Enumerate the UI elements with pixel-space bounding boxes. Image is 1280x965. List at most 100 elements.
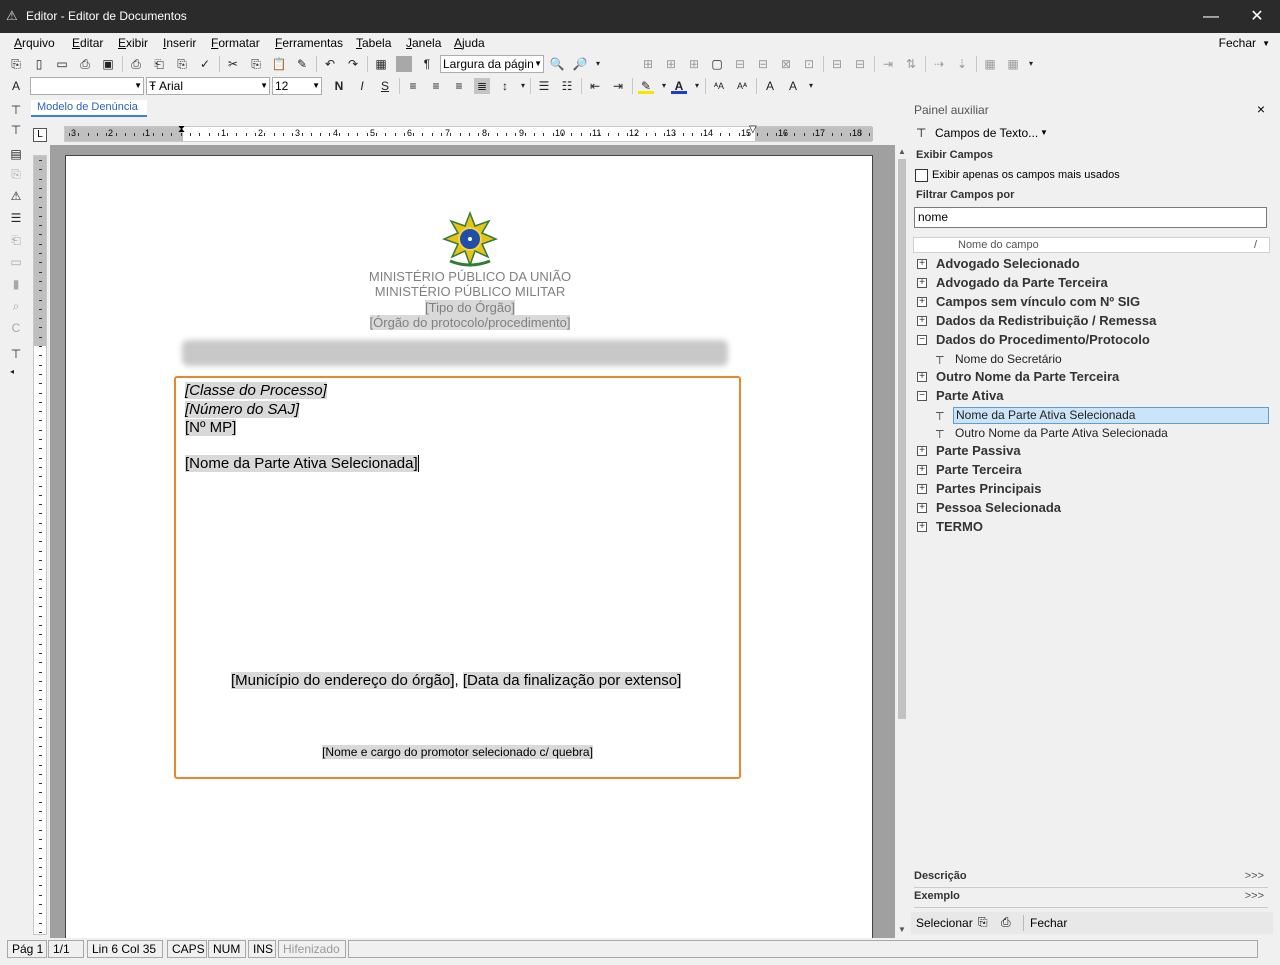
insert-table-icon[interactable]: ▦ [373,56,389,72]
toolbar-more-icon[interactable]: ▾ [590,56,606,72]
font-color-dropdown-icon[interactable]: ▾ [689,78,705,94]
replace-text-icon[interactable]: A [785,78,801,94]
tree-group[interactable]: + Campos sem vínculo com Nº SIG [913,293,1270,311]
spellcheck-icon[interactable]: ✓ [197,56,213,72]
tree-group[interactable]: + Advogado da Parte Terceira [913,274,1270,292]
tree-group[interactable]: + Parte Passiva [913,442,1270,460]
menu-ajuda[interactable]: Ajuda [454,36,485,50]
tree-column-header[interactable]: Nome do campo / [913,237,1270,253]
align-left-icon[interactable]: ≡ [405,78,421,94]
styles-icon[interactable]: A [8,78,24,94]
paint-roller-icon[interactable]: ⊤ [8,346,24,362]
table-gridlines-icon[interactable] [396,56,412,72]
increase-indent-icon[interactable]: ⇥ [610,78,626,94]
expand-plus-icon[interactable]: + [917,503,927,513]
expand-plus-icon[interactable]: + [917,372,927,382]
tab-modelo-denuncia[interactable]: Modelo de Denúncia [31,100,147,117]
menu-tabela[interactable]: Tabela [356,36,391,50]
zoom-in-icon[interactable]: 🔎 [572,56,588,72]
expand-plus-icon[interactable]: + [917,278,927,288]
menu-ferramentas[interactable]: Ferramentas [275,36,343,50]
selecionar-button[interactable]: Selecionar [916,916,973,930]
document-scrollbar[interactable]: ▲ ▼ [895,145,909,938]
menu-janela[interactable]: Janela [406,36,441,50]
open-folder-icon[interactable]: ▭ [54,56,70,72]
toolbar2-more-icon[interactable]: ▾ [1023,56,1039,72]
document-body-frame[interactable]: [Classe do Processo] [Número do SAJ] [Nº… [174,376,741,779]
tree-field-selected[interactable]: ⊤ Nome da Parte Ativa Selecionada [913,406,1270,424]
menu-arquivo[interactable]: Arquivo [14,36,55,50]
chevron-down-icon[interactable]: ▼ [1262,39,1270,48]
tree-group[interactable]: + Outro Nome da Parte Terceira [913,368,1270,386]
right-indent-marker[interactable]: ▽ [749,124,757,135]
justify-icon[interactable]: ≣ [474,78,490,94]
font-color-icon[interactable]: A [671,78,687,94]
vertical-ruler[interactable] [33,155,47,935]
expand-plus-icon[interactable]: + [917,465,927,475]
expand-plus-icon[interactable]: + [917,484,927,494]
new-from-model-icon[interactable]: ⎘ [8,56,24,72]
collapse-minus-icon[interactable]: − [917,335,927,345]
minimize-button[interactable]: — [1188,0,1234,33]
redo-icon[interactable]: ↷ [345,56,361,72]
fields-type-dropdown[interactable]: ⊤ Campos de Texto... ▼ [913,124,1270,144]
tree-group-expanded[interactable]: − Dados do Procedimento/Protocolo [913,331,1270,349]
most-used-checkbox[interactable] [915,169,928,182]
select-copy-icon[interactable]: ⎘ [978,915,988,930]
field-nome-parte-ativa[interactable]: [Nome da Parte Ativa Selecionada] [185,455,418,472]
decrease-indent-icon[interactable]: ⇤ [587,78,603,94]
field-tipo-orgao[interactable]: [Tipo do Órgão] [425,300,515,315]
show-formatting-icon[interactable]: ¶ [419,56,435,72]
cut-icon[interactable]: ✂ [225,56,241,72]
open-recent-icon[interactable]: ⎙ [77,56,93,72]
expand-plus-icon[interactable]: + [917,297,927,307]
italic-button[interactable]: I [354,78,370,94]
bullets-icon[interactable]: ☰ [536,78,552,94]
align-right-icon[interactable]: ≡ [451,78,467,94]
close-document-menu[interactable]: Fechar [1219,36,1256,50]
grow-font-icon[interactable]: ᴬA [711,78,727,94]
filter-input[interactable]: nome [914,207,1267,228]
tree-group[interactable]: + Partes Principais [913,480,1270,498]
format-painter-icon[interactable]: ✎ [294,56,310,72]
field-numero-saj[interactable]: [Número do SAJ] [185,401,300,418]
warning-icon[interactable]: ⚠ [8,188,24,204]
select-paste-icon[interactable]: ⎙ [1001,915,1011,930]
font-size-select[interactable]: 12 ▼ [272,77,322,95]
left-toolbar-more-icon[interactable]: ◂ [4,364,20,380]
tree-group-expanded[interactable]: − Parte Ativa [913,387,1270,405]
font-select[interactable]: Ŧ Arial ▼ [146,77,270,95]
style-select[interactable]: ▼ [30,77,144,95]
menu-inserir[interactable]: Inserir [163,36,196,50]
new-document-icon[interactable]: ▯ [31,56,47,72]
field-list-icon[interactable]: ⊤ [8,122,24,138]
field-classe-processo[interactable]: [Classe do Processo] [185,382,327,399]
tree-group[interactable]: + TERMO [913,518,1270,536]
paste-icon[interactable]: 📋 [271,56,287,72]
fechar-panel-button[interactable]: Fechar [1030,916,1067,930]
tree-group[interactable]: + Advogado Selecionado [913,255,1270,273]
copy-icon[interactable]: ⎘ [248,56,264,72]
expand-exemplo-icon[interactable]: >>> [1245,890,1264,902]
bold-button[interactable]: N [331,78,347,94]
save-icon[interactable]: ▣ [100,56,116,72]
expand-plus-icon[interactable]: + [917,316,927,326]
template-icon[interactable]: ▤ [8,146,24,162]
expand-descricao-icon[interactable]: >>> [1245,870,1264,882]
insert-field-icon[interactable]: ⊤ [8,102,24,118]
menu-exibir[interactable]: Exibir [118,36,148,50]
exemplo-row[interactable]: Exemplo >>> [914,890,1268,908]
field-numero-mp[interactable]: [Nº MP] [185,419,237,436]
scroll-up-icon[interactable]: ▲ [895,147,909,156]
tree-group[interactable]: + Dados da Redistribuição / Remessa [913,312,1270,330]
close-window-button[interactable]: ✕ [1234,0,1280,33]
most-used-checkbox-label[interactable]: Exibir apenas os campos mais usados [932,169,1120,181]
menu-formatar[interactable]: Formatar [211,36,260,50]
scroll-thumb[interactable] [898,159,906,719]
document-page[interactable]: MINISTÉRIO PÚBLICO DA UNIÃO MINISTÉRIO P… [65,155,873,945]
highlight-icon[interactable]: ✎ [638,78,654,94]
table-border-icon[interactable]: ▢ [709,56,725,72]
toolbar3-more-icon[interactable]: ▾ [803,78,819,94]
line-spacing-icon[interactable]: ↕ [497,78,513,94]
print-icon[interactable]: ⎙ [128,56,144,72]
